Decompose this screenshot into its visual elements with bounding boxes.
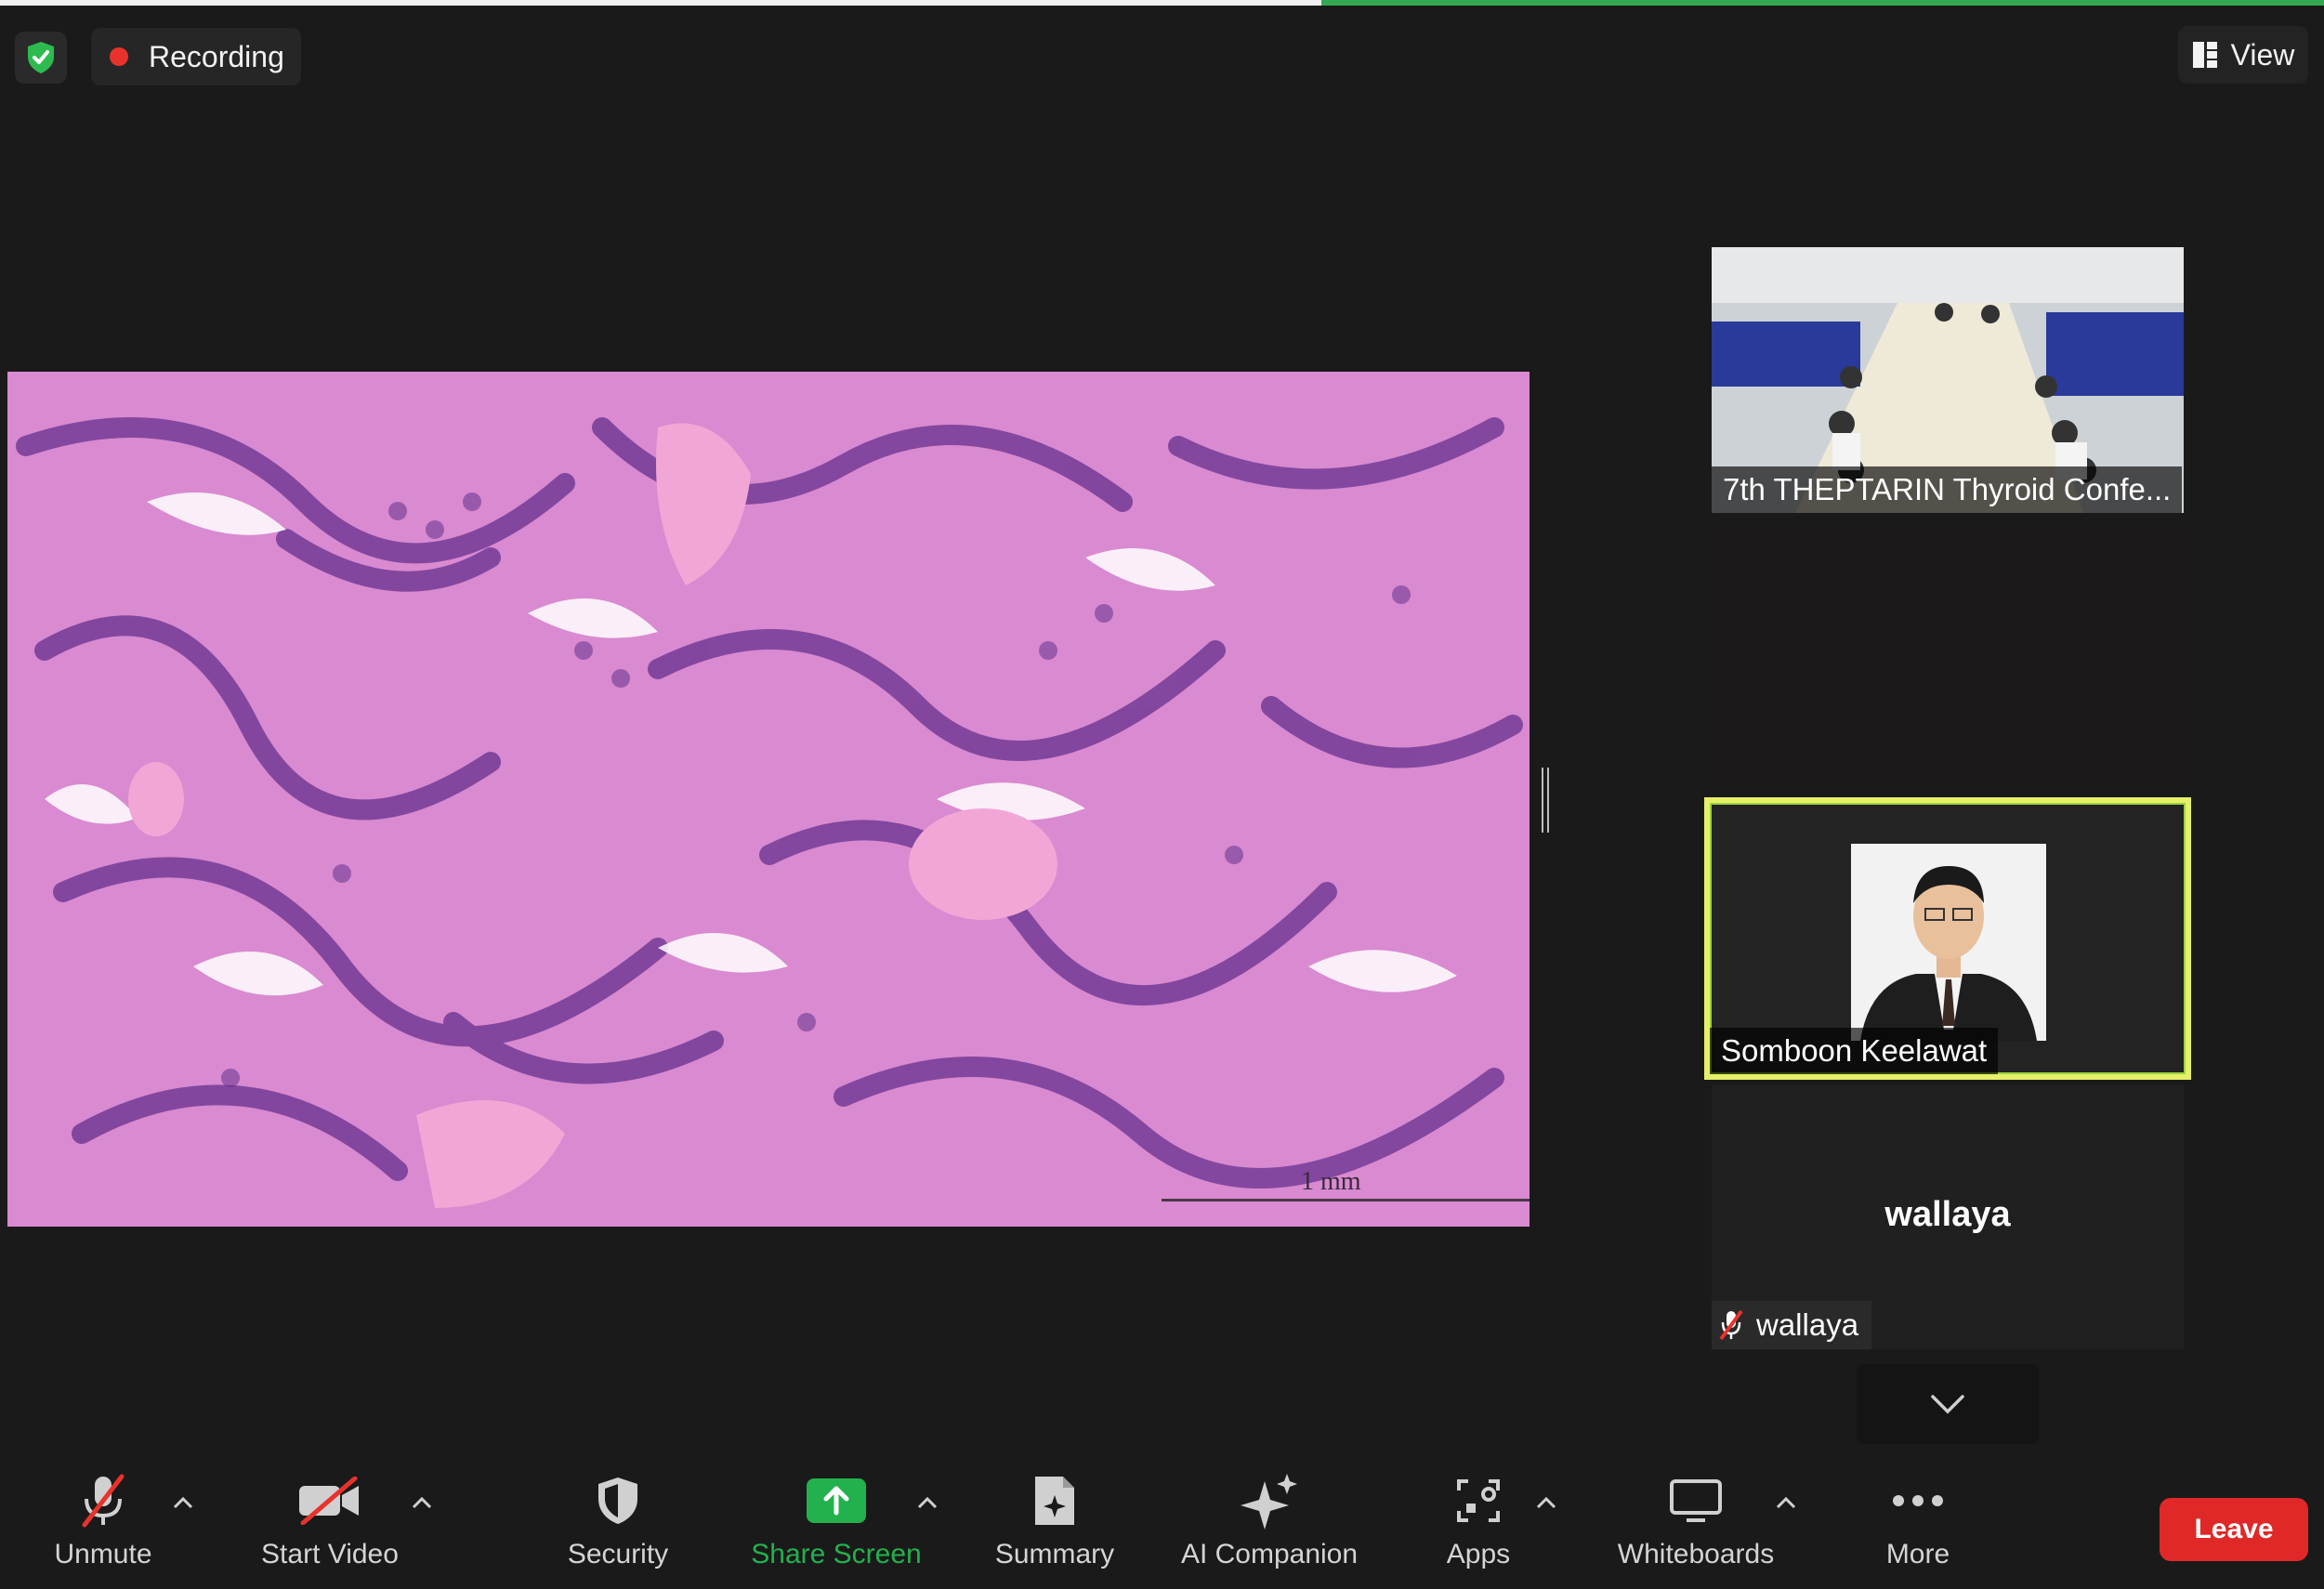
caret-up-icon[interactable] [409,1492,435,1513]
caret-up-icon[interactable] [914,1492,940,1513]
scroll-down-button[interactable] [1857,1364,2039,1444]
whiteboards-label: Whiteboards [1617,1539,1775,1569]
participant-name-wallaya: wallaya [1712,1301,1872,1349]
participant-tile-conference-room[interactable]: 7th THEPTARIN Thyroid Confe... [1712,247,2184,513]
microphone-muted-icon [82,1474,125,1528]
window-top-edge [0,0,2324,6]
leave-button[interactable]: Leave [2160,1498,2308,1561]
more-button[interactable]: More [1864,1470,1972,1582]
participant-tile-active-speaker[interactable]: Somboon Keelawat [1704,797,2191,1080]
caret-up-icon[interactable] [1533,1492,1559,1513]
shield-check-icon [28,42,54,73]
unmute-button[interactable]: Unmute [43,1470,164,1582]
more-dots-icon [1893,1495,1943,1506]
summary-label: Summary [994,1539,1115,1569]
security-label: Security [567,1539,669,1569]
whiteboard-icon [1670,1479,1722,1522]
microphone-muted-icon [1719,1309,1743,1341]
video-off-icon [299,1477,359,1525]
security-button[interactable]: Security [558,1470,678,1582]
scale-bar: 1 mm [1162,1167,1530,1202]
split-view-divider-handle[interactable] [1542,768,1549,833]
histology-slide-image [7,372,1530,1227]
ai-companion-label: AI Companion [1180,1539,1359,1569]
recording-dot-icon [110,47,128,66]
window-top-accent [1321,0,2324,6]
scale-bar-label: 1 mm [1301,1167,1361,1196]
apps-label: Apps [1446,1539,1511,1569]
speaker-photo [1851,844,2046,1041]
recording-indicator[interactable]: Recording [91,28,301,85]
participant-name-conference: 7th THEPTARIN Thyroid Confe... [1712,466,2183,513]
chevron-down-icon [1931,1395,1964,1414]
view-button[interactable]: View [2178,26,2308,84]
whiteboards-button[interactable]: Whiteboards [1608,1470,1784,1582]
summary-button[interactable]: Summary [985,1470,1124,1582]
participant-name-speaker: Somboon Keelawat [1710,1028,1999,1074]
security-shield-icon [598,1477,637,1524]
sparkle-icon [1241,1474,1297,1530]
encryption-shield-button[interactable] [15,32,67,84]
apps-button[interactable]: Apps [1427,1470,1530,1582]
view-grid-icon [2192,42,2217,68]
scale-bar-line [1162,1199,1530,1202]
shared-screen-content[interactable] [7,372,1530,1227]
participant-tile-wallaya[interactable]: wallaya wallaya [1712,1085,2184,1349]
caret-up-icon[interactable] [1773,1492,1799,1513]
share-screen-arrow-icon [807,1478,866,1523]
start-video-button[interactable]: Start Video [253,1470,407,1582]
share-screen-label: Share Screen [751,1539,922,1569]
start-video-label: Start Video [261,1539,399,1569]
share-screen-button[interactable]: Share Screen [743,1470,929,1582]
recording-label: Recording [149,39,284,73]
apps-icon [1457,1479,1500,1522]
participant-display-name: wallaya [1884,1195,2011,1234]
view-label: View [2230,37,2295,72]
caret-up-icon[interactable] [170,1492,196,1513]
speaker-portrait [1851,844,2046,1041]
participant-label-wallaya: wallaya [1756,1307,1859,1342]
summary-doc-icon [1035,1477,1074,1525]
more-label: More [1885,1539,1950,1569]
participant-tile-empty[interactable] [1712,528,2195,782]
unmute-label: Unmute [54,1539,152,1569]
ai-companion-button[interactable]: AI Companion [1167,1470,1372,1582]
